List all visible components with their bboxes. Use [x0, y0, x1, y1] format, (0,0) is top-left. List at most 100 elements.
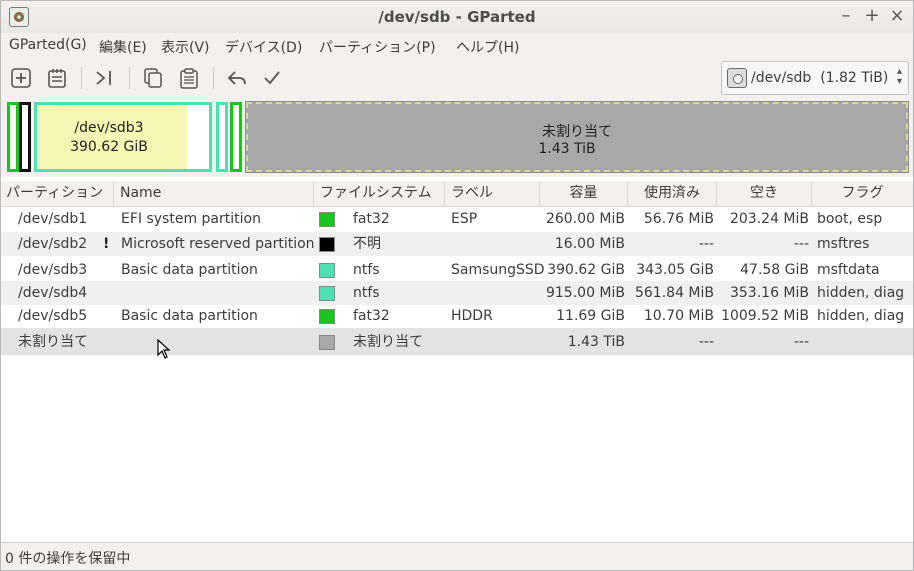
- menu-partition[interactable]: パーティション(P): [319, 37, 436, 57]
- diskmap-sdb4[interactable]: [216, 102, 228, 172]
- menu-bar: GParted(G) 編集(E) 表示(V) デバイス(D) パーティション(P…: [1, 33, 913, 59]
- cell-size: 390.62 GiB: [547, 262, 625, 278]
- cell-free: 353.16 MiB: [729, 285, 809, 301]
- gparted-window: /dev/sdb - GParted – + × GParted(G) 編集(E…: [0, 0, 914, 571]
- cell-flags: hidden, diag: [817, 308, 905, 324]
- cell-flags: msftdata: [817, 262, 880, 278]
- title-bar: /dev/sdb - GParted – + ×: [1, 1, 913, 33]
- disk-partition-map: /dev/sdb3 390.62 GiB 未割り当て 1.43 TiB: [1, 97, 913, 177]
- device-size: (1.82 TiB): [820, 70, 889, 86]
- table-row-selected[interactable]: 未割り当て 未割り当て 1.43 TiB --- ---: [1, 328, 913, 355]
- mouse-pointer-icon: [157, 339, 171, 359]
- cell-size: 16.00 MiB: [554, 236, 625, 252]
- toolbar-separator: [213, 67, 214, 89]
- column-header-label[interactable]: ラベル: [445, 181, 540, 207]
- cell-free: ---: [793, 334, 809, 350]
- delete-partition-icon[interactable]: [46, 67, 68, 89]
- close-icon[interactable]: ×: [886, 5, 908, 27]
- column-header-partition[interactable]: パーティション: [1, 181, 114, 207]
- cell-size: 1.43 TiB: [567, 334, 625, 350]
- copy-icon[interactable]: [142, 67, 164, 89]
- filesystem-color-swatch: [319, 335, 335, 350]
- column-header-flags[interactable]: フラグ: [812, 181, 913, 207]
- cell-partition: /dev/sdb5: [18, 308, 88, 324]
- cell-free: ---: [793, 236, 809, 252]
- filesystem-color-swatch: [319, 237, 335, 252]
- diskmap-unallocated[interactable]: 未割り当て 1.43 TiB: [245, 101, 909, 173]
- table-row[interactable]: /dev/sdb2 ! Microsoft reserved partition…: [1, 232, 913, 256]
- cell-filesystem: fat32: [353, 211, 390, 227]
- cell-label: HDDR: [451, 308, 493, 324]
- minimize-icon[interactable]: –: [835, 5, 857, 27]
- cell-filesystem: 不明: [353, 236, 381, 252]
- maximize-icon[interactable]: +: [861, 5, 883, 27]
- undo-icon[interactable]: [226, 67, 248, 89]
- cell-flags: hidden, diag: [817, 285, 905, 301]
- filesystem-color-swatch: [319, 286, 335, 301]
- cell-partition: /dev/sdb2: [18, 236, 88, 252]
- column-header-filesystem[interactable]: ファイルシステム: [314, 181, 445, 207]
- cell-filesystem: 未割り当て: [353, 334, 423, 350]
- cell-partition: /dev/sdb3: [18, 262, 88, 278]
- device-name: /dev/sdb: [751, 70, 812, 86]
- cell-label: ESP: [451, 211, 478, 227]
- diskmap-unallocated-name: 未割り当て: [542, 124, 612, 140]
- table-row[interactable]: /dev/sdb4 ntfs 915.00 MiB 561.84 MiB 353…: [1, 281, 913, 305]
- cell-name: Basic data partition: [121, 308, 258, 324]
- updown-arrow-icon: ▴ ▾: [896, 66, 902, 87]
- menu-device[interactable]: デバイス(D): [225, 37, 302, 57]
- column-header-free[interactable]: 空き: [717, 181, 812, 207]
- apply-checkmark-icon[interactable]: [261, 67, 283, 89]
- cell-filesystem: fat32: [353, 308, 390, 324]
- status-bar: 0 件の操作を保留中: [1, 542, 913, 570]
- cell-size: 11.69 GiB: [556, 308, 625, 324]
- resize-move-icon[interactable]: [93, 67, 115, 89]
- paste-icon[interactable]: [178, 67, 200, 89]
- toolbar-separator: [81, 67, 82, 89]
- diskmap-sdb5[interactable]: [230, 102, 242, 172]
- pending-operations-status: 0 件の操作を保留中: [5, 551, 131, 567]
- cell-used: 343.05 GiB: [636, 262, 714, 278]
- menu-edit[interactable]: 編集(E): [99, 37, 147, 57]
- column-header-name[interactable]: Name: [114, 181, 314, 207]
- diskmap-unallocated-size: 1.43 TiB: [538, 141, 596, 157]
- cell-free: 1009.52 MiB: [721, 308, 809, 324]
- cell-partition: /dev/sdb4: [18, 285, 88, 301]
- cell-free: 47.58 GiB: [740, 262, 809, 278]
- table-row[interactable]: /dev/sdb1 EFI system partition fat32 ESP…: [1, 207, 913, 231]
- cell-size: 260.00 MiB: [545, 211, 625, 227]
- menu-help[interactable]: ヘルプ(H): [456, 37, 519, 57]
- filesystem-color-swatch: [319, 263, 335, 278]
- column-header-used[interactable]: 使用済み: [628, 181, 717, 207]
- cell-partition: /dev/sdb1: [18, 211, 88, 227]
- filesystem-color-swatch: [319, 309, 335, 324]
- toolbar-separator: [129, 67, 130, 89]
- diskmap-sdb2[interactable]: [19, 102, 31, 172]
- menu-view[interactable]: 表示(V): [161, 37, 210, 57]
- cell-name: EFI system partition: [121, 211, 261, 227]
- cell-used: ---: [698, 334, 714, 350]
- menu-gparted[interactable]: GParted(G): [9, 37, 87, 53]
- cell-filesystem: ntfs: [353, 262, 380, 278]
- table-row[interactable]: /dev/sdb3 Basic data partition ntfs Sams…: [1, 258, 913, 282]
- device-selector[interactable]: /dev/sdb (1.82 TiB) ▴ ▾: [721, 61, 909, 95]
- cell-partition: 未割り当て: [18, 334, 88, 350]
- new-partition-icon[interactable]: [10, 67, 32, 89]
- cell-flags: boot, esp: [817, 211, 883, 227]
- cell-used: 10.70 MiB: [643, 308, 714, 324]
- partition-table: パーティション Name ファイルシステム ラベル 容量 使用済み 空き フラグ…: [1, 181, 913, 541]
- diskmap-sdb1[interactable]: [7, 102, 19, 172]
- warning-icon: !: [103, 236, 110, 252]
- cell-name: Basic data partition: [121, 262, 258, 278]
- column-header-size[interactable]: 容量: [540, 181, 628, 207]
- cell-flags: msftres: [817, 236, 870, 252]
- cell-filesystem: ntfs: [353, 285, 380, 301]
- toolbar: /dev/sdb (1.82 TiB) ▴ ▾: [1, 59, 913, 97]
- cell-name: Microsoft reserved partition: [121, 236, 315, 252]
- diskmap-sdb3[interactable]: /dev/sdb3 390.62 GiB: [34, 102, 212, 172]
- window-title: /dev/sdb - GParted: [378, 8, 536, 26]
- table-row[interactable]: /dev/sdb5 Basic data partition fat32 HDD…: [1, 304, 913, 328]
- cell-used: 561.84 MiB: [634, 285, 714, 301]
- diskmap-sdb3-size: 390.62 GiB: [70, 139, 148, 155]
- filesystem-color-swatch: [319, 212, 335, 227]
